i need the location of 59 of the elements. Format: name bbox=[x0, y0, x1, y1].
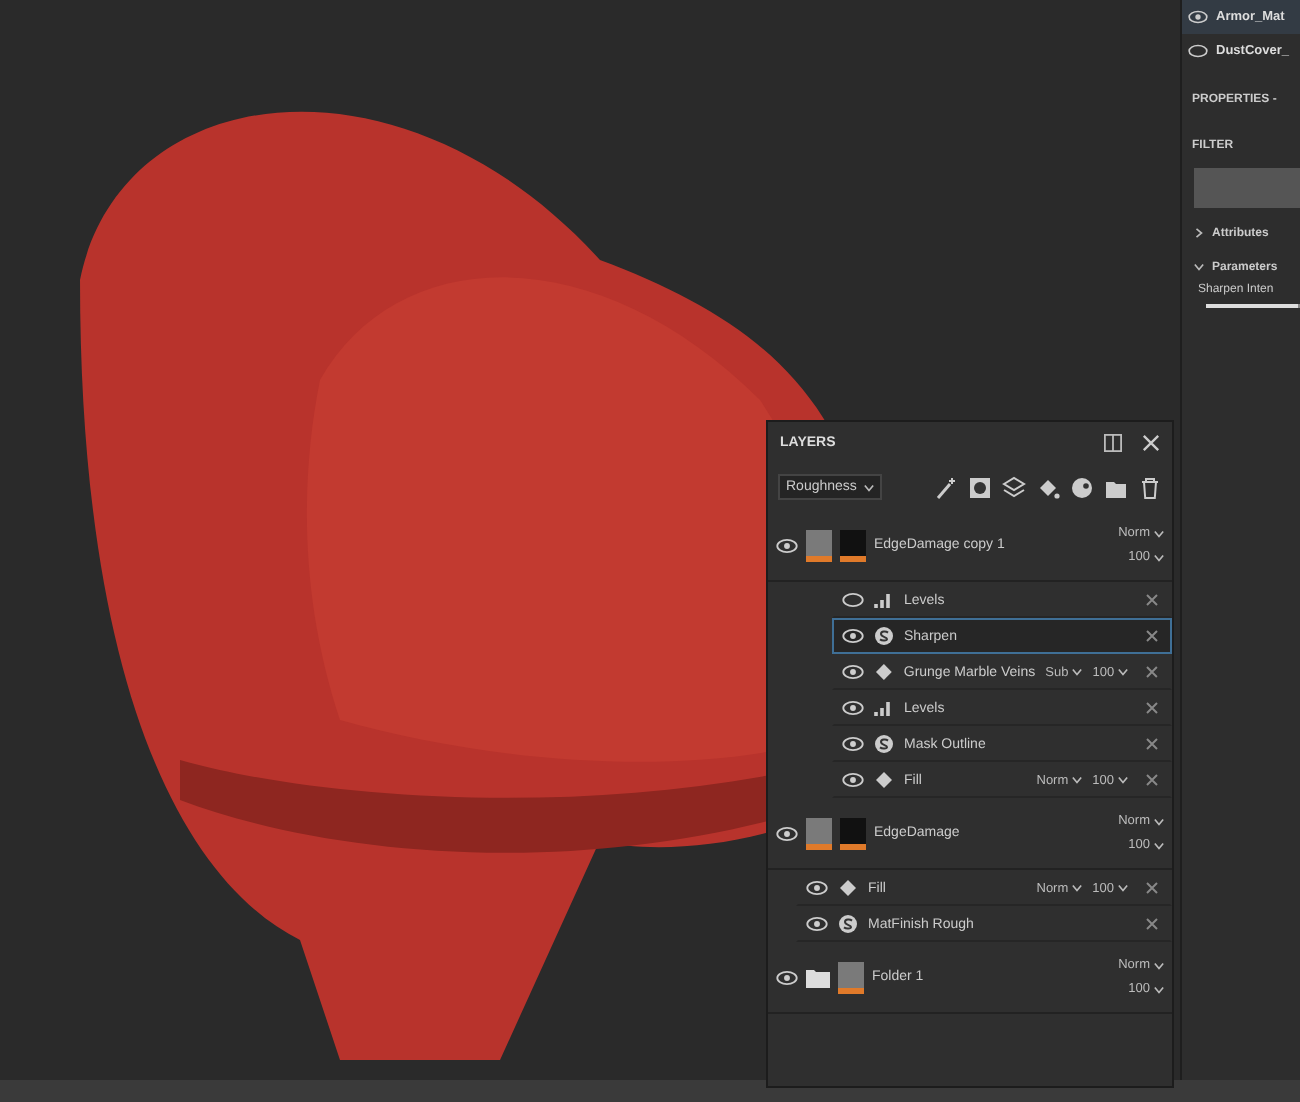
caret-icon bbox=[1154, 961, 1164, 969]
caret-icon bbox=[864, 483, 875, 491]
eye-icon[interactable] bbox=[776, 825, 798, 841]
filter-preview bbox=[1194, 168, 1300, 208]
fill-icon bbox=[838, 878, 858, 898]
caret-icon bbox=[1154, 841, 1164, 849]
fill-icon bbox=[874, 770, 894, 790]
caret-icon bbox=[1154, 985, 1164, 993]
layer-thumbnail bbox=[806, 529, 832, 561]
remove-icon[interactable] bbox=[1146, 918, 1158, 930]
eye-icon[interactable] bbox=[1188, 44, 1208, 58]
remove-icon[interactable] bbox=[1146, 774, 1158, 786]
folder-icon bbox=[806, 967, 830, 987]
remove-icon[interactable] bbox=[1146, 666, 1158, 678]
mask-thumbnail bbox=[840, 817, 866, 849]
eye-icon[interactable] bbox=[776, 537, 798, 553]
fill-icon[interactable] bbox=[1036, 475, 1060, 499]
layer-thumbnail bbox=[806, 817, 832, 849]
layer-thumbnail bbox=[838, 961, 864, 993]
fill-icon bbox=[874, 662, 894, 682]
eye-icon[interactable] bbox=[806, 880, 828, 896]
eye-icon[interactable] bbox=[842, 700, 864, 716]
remove-icon[interactable] bbox=[1146, 702, 1158, 714]
eye-icon[interactable] bbox=[842, 664, 864, 680]
caret-icon bbox=[1118, 668, 1129, 676]
palette-icon[interactable] bbox=[1070, 475, 1094, 499]
eye-icon[interactable] bbox=[842, 592, 864, 608]
layers-add-icon[interactable] bbox=[1002, 475, 1026, 499]
filter-icon bbox=[874, 626, 894, 646]
mask-icon[interactable] bbox=[968, 475, 992, 499]
wand-icon[interactable] bbox=[934, 475, 958, 499]
filter-icon bbox=[838, 914, 858, 934]
filter-icon bbox=[874, 734, 894, 754]
remove-icon[interactable] bbox=[1146, 630, 1158, 642]
dock-icon[interactable] bbox=[1104, 434, 1122, 452]
caret-icon bbox=[1118, 776, 1128, 784]
eye-icon[interactable] bbox=[842, 772, 864, 788]
mask-thumbnail bbox=[840, 529, 866, 561]
caret-icon bbox=[1154, 817, 1164, 825]
caret-icon bbox=[1072, 668, 1083, 676]
caret-icon bbox=[1072, 884, 1083, 892]
levels-icon bbox=[874, 590, 894, 610]
eye-icon[interactable] bbox=[842, 628, 864, 644]
eye-icon[interactable] bbox=[776, 969, 798, 985]
trash-icon[interactable] bbox=[1138, 475, 1162, 499]
chevron-icon bbox=[1194, 228, 1204, 238]
levels-icon bbox=[874, 698, 894, 718]
close-icon[interactable] bbox=[1142, 434, 1160, 452]
caret-icon bbox=[1118, 884, 1128, 892]
remove-icon[interactable] bbox=[1146, 738, 1158, 750]
eye-icon[interactable] bbox=[842, 736, 864, 752]
caret-icon bbox=[1072, 776, 1083, 784]
chevron-icon bbox=[1194, 262, 1204, 272]
remove-icon[interactable] bbox=[1146, 594, 1158, 606]
eye-icon[interactable] bbox=[806, 916, 828, 932]
remove-icon[interactable] bbox=[1146, 882, 1158, 894]
eye-icon[interactable] bbox=[1188, 10, 1208, 24]
caret-icon bbox=[1154, 529, 1164, 537]
caret-icon bbox=[1154, 553, 1164, 561]
